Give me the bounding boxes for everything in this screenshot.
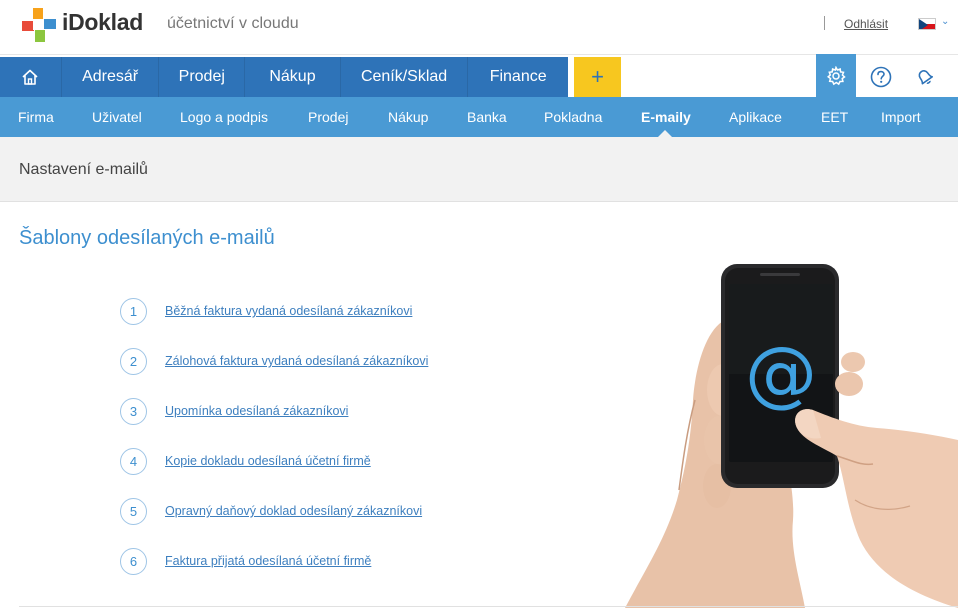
list-item: 5 Opravný daňový doklad odesílaný zákazn… bbox=[120, 498, 620, 526]
nav-cenik-sklad[interactable]: Ceník/Sklad bbox=[341, 57, 469, 97]
template-link[interactable]: Kopie dokladu odesílaná účetní firmě bbox=[165, 454, 371, 468]
subnav-firma[interactable]: Firma bbox=[18, 97, 54, 137]
top-header: iDoklad účetnictví v cloudu Odhlásit ⌄ bbox=[0, 0, 958, 55]
question-icon bbox=[870, 66, 892, 88]
home-button[interactable] bbox=[0, 57, 62, 97]
settings-sub-nav: Firma Uživatel Logo a podpis Prodej Náku… bbox=[0, 97, 958, 137]
list-number: 1 bbox=[120, 298, 147, 325]
subnav-eet[interactable]: EET bbox=[821, 97, 848, 137]
list-number: 6 bbox=[120, 548, 147, 575]
nav-prodej[interactable]: Prodej bbox=[159, 57, 246, 97]
subnav-banka[interactable]: Banka bbox=[467, 97, 507, 137]
subnav-pokladna[interactable]: Pokladna bbox=[544, 97, 602, 137]
phone-in-hands-illustration: @ bbox=[625, 264, 958, 608]
subnav-aplikace[interactable]: Aplikace bbox=[729, 97, 782, 137]
list-item: 2 Zálohová faktura vydaná odesílaná záka… bbox=[120, 348, 620, 376]
nav-adresar[interactable]: Adresář bbox=[62, 57, 160, 97]
idoklad-logo-icon[interactable] bbox=[22, 8, 56, 42]
header-divider bbox=[824, 16, 825, 30]
template-link[interactable]: Zálohová faktura vydaná odesílaná zákazn… bbox=[165, 354, 428, 368]
list-item: 1 Běžná faktura vydaná odesílaná zákazní… bbox=[120, 298, 620, 326]
list-number: 4 bbox=[120, 448, 147, 475]
settings-button[interactable] bbox=[816, 54, 856, 97]
add-new-button[interactable]: + bbox=[574, 57, 621, 97]
main-nav: Adresář Prodej Nákup Ceník/Sklad Finance… bbox=[0, 54, 958, 97]
list-number: 2 bbox=[120, 348, 147, 375]
gear-icon bbox=[826, 65, 846, 85]
template-link[interactable]: Běžná faktura vydaná odesílaná zákazníko… bbox=[165, 304, 412, 318]
brand-name[interactable]: iDoklad bbox=[62, 9, 143, 36]
bell-icon bbox=[918, 70, 934, 85]
list-item: 6 Faktura přijatá odesílaná účetní firmě bbox=[120, 548, 620, 576]
brand-tagline: účetnictví v cloudu bbox=[167, 15, 299, 32]
subnav-prodej[interactable]: Prodej bbox=[308, 97, 348, 137]
template-link[interactable]: Faktura přijatá odesílaná účetní firmě bbox=[165, 554, 371, 568]
notifications-button[interactable] bbox=[905, 57, 945, 97]
template-link[interactable]: Upomínka odesílaná zákazníkovi bbox=[165, 404, 348, 418]
chevron-down-icon[interactable]: ⌄ bbox=[941, 16, 949, 27]
logout-link[interactable]: Odhlásit bbox=[844, 17, 888, 31]
nav-finance[interactable]: Finance bbox=[468, 57, 568, 97]
subnav-uzivatel[interactable]: Uživatel bbox=[92, 97, 142, 137]
list-item: 4 Kopie dokladu odesílaná účetní firmě bbox=[120, 448, 620, 476]
subnav-nakup[interactable]: Nákup bbox=[388, 97, 428, 137]
home-icon bbox=[22, 69, 38, 85]
active-tab-indicator bbox=[658, 130, 672, 137]
list-number: 5 bbox=[120, 498, 147, 525]
template-link[interactable]: Opravný daňový doklad odesílaný zákazník… bbox=[165, 504, 422, 518]
list-item: 3 Upomínka odesílaná zákazníkovi bbox=[120, 398, 620, 426]
help-button[interactable] bbox=[861, 57, 901, 97]
section-title: Šablony odesílaných e-mailů bbox=[19, 227, 275, 249]
nav-nakup[interactable]: Nákup bbox=[245, 57, 341, 97]
page-title: Nastavení e-mailů bbox=[19, 161, 148, 178]
content-divider bbox=[19, 606, 958, 607]
list-number: 3 bbox=[120, 398, 147, 425]
czech-flag-icon[interactable] bbox=[918, 18, 936, 30]
at-symbol-icon: @ bbox=[745, 331, 817, 415]
page-title-bar: Nastavení e-mailů bbox=[0, 137, 958, 202]
subnav-import[interactable]: Import bbox=[881, 97, 921, 137]
subnav-logo-a-podpis[interactable]: Logo a podpis bbox=[180, 97, 268, 137]
